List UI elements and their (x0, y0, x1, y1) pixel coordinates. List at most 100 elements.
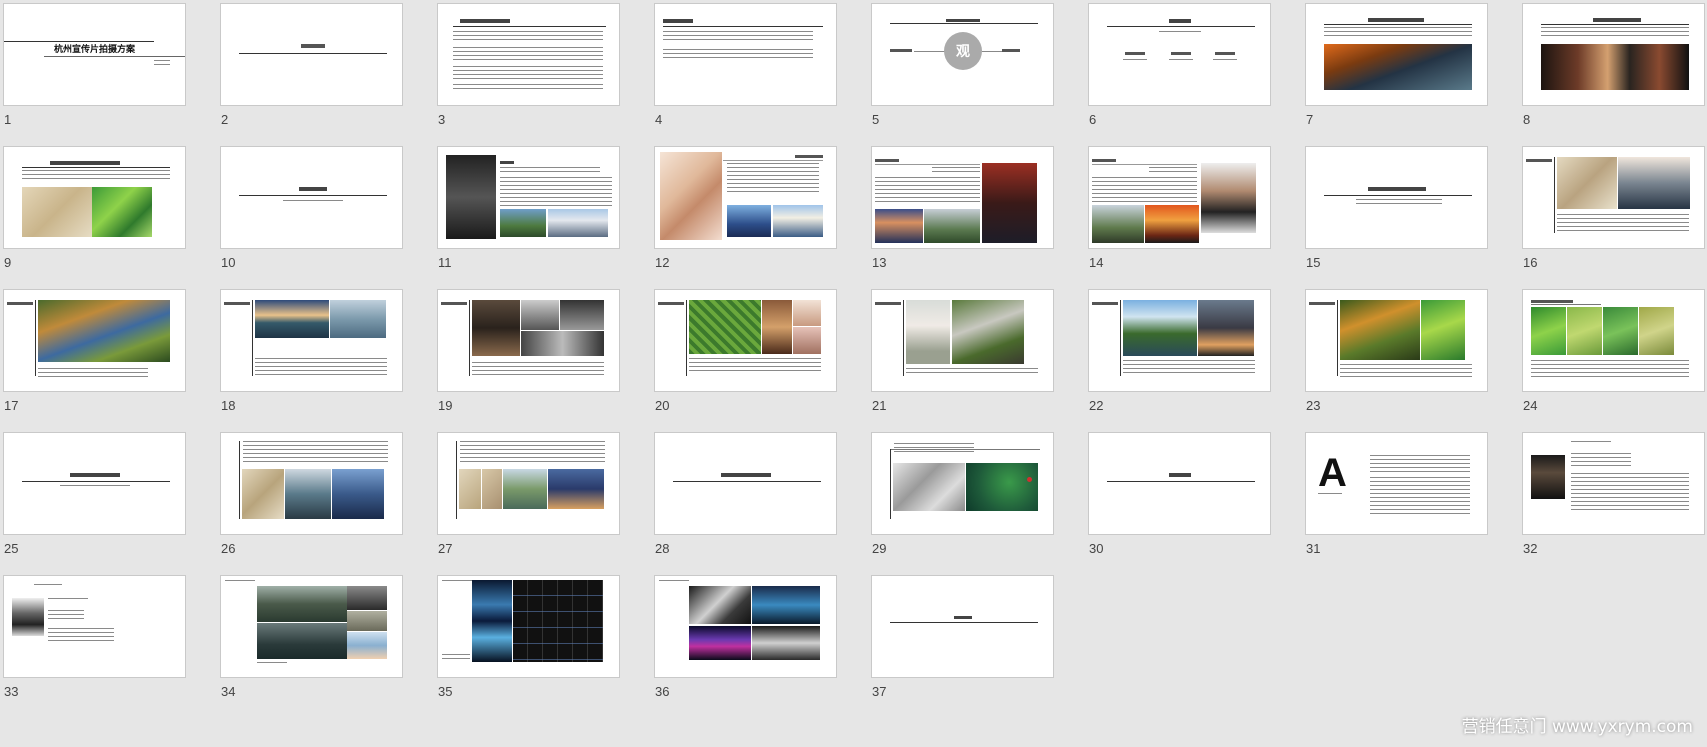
slide-34-thumbnail[interactable] (220, 575, 403, 678)
circle-mark: 观 (944, 32, 982, 70)
slide-number: 32 (1523, 541, 1538, 556)
slide-7-thumbnail[interactable] (1305, 3, 1488, 106)
slide-number: 28 (655, 541, 670, 556)
slide-37-thumbnail[interactable] (871, 575, 1054, 678)
slide-31-thumbnail[interactable]: A (1305, 432, 1488, 535)
slide-28[interactable]: 28 (654, 432, 837, 582)
slide-37[interactable]: 37 (871, 575, 1054, 725)
slide-3[interactable]: 3 (437, 3, 620, 153)
slide-24[interactable]: 24 (1522, 289, 1705, 439)
slide-4[interactable]: 4 (654, 3, 837, 153)
slide-number: 2 (221, 112, 229, 127)
slide-number: 7 (1306, 112, 1314, 127)
slide-12-thumbnail[interactable] (654, 146, 837, 249)
slide-17-thumbnail[interactable] (3, 289, 186, 392)
slide-28-thumbnail[interactable] (654, 432, 837, 535)
slide-23[interactable]: 23 (1305, 289, 1488, 439)
slide-25-thumbnail[interactable] (3, 432, 186, 535)
slide-number: 17 (4, 398, 19, 413)
slide-8-thumbnail[interactable] (1522, 3, 1705, 106)
slide-number: 12 (655, 255, 670, 270)
slide-29[interactable]: 29 (871, 432, 1054, 582)
slide-number: 19 (438, 398, 453, 413)
slide-13[interactable]: 13 (871, 146, 1054, 296)
slide-12[interactable]: 12 (654, 146, 837, 296)
slide-4-thumbnail[interactable] (654, 3, 837, 106)
slide-21-thumbnail[interactable] (871, 289, 1054, 392)
slide-17[interactable]: 17 (3, 289, 186, 439)
slide-26[interactable]: 26 (220, 432, 403, 582)
slide-number: 25 (4, 541, 19, 556)
slide-23-thumbnail[interactable] (1305, 289, 1488, 392)
slide-33[interactable]: 33 (3, 575, 186, 725)
slide-number: 20 (655, 398, 670, 413)
slide-number: 11 (438, 255, 452, 270)
slide-7[interactable]: 7 (1305, 3, 1488, 153)
slide-number: 14 (1089, 255, 1104, 270)
slide-22-thumbnail[interactable] (1088, 289, 1271, 392)
slide-27[interactable]: 27 (437, 432, 620, 582)
slide-number: 18 (221, 398, 236, 413)
slide-24-thumbnail[interactable] (1522, 289, 1705, 392)
slide-6[interactable]: 6 (1088, 3, 1271, 153)
slide-30-thumbnail[interactable] (1088, 432, 1271, 535)
slide-20[interactable]: 20 (654, 289, 837, 439)
watermark: 营销任意门 www.yxrym.com (1461, 717, 1693, 737)
slide-16-thumbnail[interactable] (1522, 146, 1705, 249)
slide-number: 6 (1089, 112, 1097, 127)
slide-33-thumbnail[interactable] (3, 575, 186, 678)
slide-13-thumbnail[interactable] (871, 146, 1054, 249)
slide-number: 36 (655, 684, 670, 699)
slide-1-thumbnail[interactable]: 杭州宣传片拍摄方案 (3, 3, 186, 106)
slide-35-thumbnail[interactable] (437, 575, 620, 678)
slide-16[interactable]: 16 (1522, 146, 1705, 296)
slide-15[interactable]: 15 (1305, 146, 1488, 296)
slide-34[interactable]: 34 (220, 575, 403, 725)
slide-6-thumbnail[interactable] (1088, 3, 1271, 106)
slide-11-thumbnail[interactable] (437, 146, 620, 249)
slide-30[interactable]: 30 (1088, 432, 1271, 582)
slide-36-thumbnail[interactable] (654, 575, 837, 678)
slide-15-thumbnail[interactable] (1305, 146, 1488, 249)
slide-2[interactable]: 2 (220, 3, 403, 153)
slide-11[interactable]: 11 (437, 146, 620, 296)
slide-19-thumbnail[interactable] (437, 289, 620, 392)
slide-5[interactable]: 观 5 (871, 3, 1054, 153)
slide-3-thumbnail[interactable] (437, 3, 620, 106)
slide-number: 3 (438, 112, 446, 127)
slide-14-thumbnail[interactable] (1088, 146, 1271, 249)
slide-number: 1 (4, 112, 12, 127)
slide-number: 30 (1089, 541, 1104, 556)
slide-31[interactable]: A 31 (1305, 432, 1488, 582)
slide-9-thumbnail[interactable] (3, 146, 186, 249)
slide-29-thumbnail[interactable] (871, 432, 1054, 535)
slide-number: 9 (4, 255, 12, 270)
slide-2-thumbnail[interactable] (220, 3, 403, 106)
slide-5-thumbnail[interactable]: 观 (871, 3, 1054, 106)
slide-27-thumbnail[interactable] (437, 432, 620, 535)
slide-26-thumbnail[interactable] (220, 432, 403, 535)
slide-number: 5 (872, 112, 880, 127)
slide-8[interactable]: 8 (1522, 3, 1705, 153)
slide-25[interactable]: 25 (3, 432, 186, 582)
slide-32-thumbnail[interactable] (1522, 432, 1705, 535)
slide-21[interactable]: 21 (871, 289, 1054, 439)
big-letter: A (1318, 451, 1347, 495)
slide-title: 杭州宣传片拍摄方案 (54, 45, 136, 55)
slide-35[interactable]: 35 (437, 575, 620, 725)
slide-19[interactable]: 19 (437, 289, 620, 439)
slide-18[interactable]: 18 (220, 289, 403, 439)
slide-number: 23 (1306, 398, 1321, 413)
slide-18-thumbnail[interactable] (220, 289, 403, 392)
slide-number: 33 (4, 684, 19, 699)
slide-number: 13 (872, 255, 887, 270)
slide-22[interactable]: 22 (1088, 289, 1271, 439)
slide-10[interactable]: 10 (220, 146, 403, 296)
slide-14[interactable]: 14 (1088, 146, 1271, 296)
slide-20-thumbnail[interactable] (654, 289, 837, 392)
slide-1[interactable]: 杭州宣传片拍摄方案 1 (3, 3, 186, 153)
slide-10-thumbnail[interactable] (220, 146, 403, 249)
slide-9[interactable]: 9 (3, 146, 186, 296)
slide-32[interactable]: 32 (1522, 432, 1705, 582)
slide-36[interactable]: 36 (654, 575, 837, 725)
